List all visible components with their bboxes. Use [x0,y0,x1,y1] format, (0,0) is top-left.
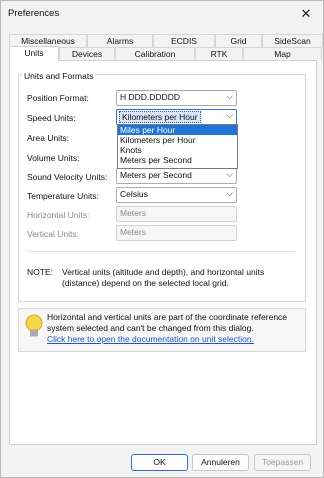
dropdown-option[interactable]: Knots [118,145,237,155]
horizontal-units-value: Meters [120,208,146,218]
area-units-label: Area Units: [27,133,70,143]
sound-velocity-units-select[interactable]: Meters per Second ⌵ [116,168,237,184]
chevron-down-icon: ⌵ [226,91,233,101]
tab-ecdis[interactable]: ECDIS [153,34,215,47]
speed-units-dropdown: Miles per Hour Kilometers per Hour Knots… [117,124,238,169]
tab-calibration[interactable]: Calibration [115,47,195,60]
note-text: Vertical units (altitude and depth), and… [62,267,265,288]
documentation-link[interactable]: Click here to open the documentation on … [47,334,254,344]
temperature-units-value: Celsius [120,189,148,199]
speed-units-label: Speed Units: [27,113,76,123]
vertical-units-label: Vertical Units: [27,229,79,239]
horizontal-units-field: Meters [116,206,237,222]
tab-units[interactable]: Units [9,46,59,61]
tab-row-front: Units Devices Calibration RTK Map [9,46,322,61]
group-title: Units and Formats [22,71,96,81]
speed-units-select[interactable]: Kilometers per Hour ⌵ [116,109,237,125]
position-format-label: Position Format: [27,93,89,103]
dropdown-option[interactable]: Miles per Hour [118,125,237,135]
tab-alarms[interactable]: Alarms [87,34,153,47]
chevron-down-icon: ⌵ [226,169,233,179]
window-title: Preferences [8,8,60,19]
temperature-units-label: Temperature Units: [27,191,99,201]
divider [27,251,295,252]
sound-velocity-units-label: Sound Velocity Units: [27,172,108,182]
vertical-units-value: Meters [120,227,146,237]
title-bar: Preferences ✕ [1,1,323,27]
close-icon[interactable]: ✕ [297,5,315,23]
ok-button[interactable]: OK [131,454,188,471]
temperature-units-select[interactable]: Celsius ⌵ [116,187,237,203]
volume-units-label: Volume Units: [27,153,80,163]
chevron-down-icon: ⌵ [226,110,233,120]
tab-grid[interactable]: Grid [215,34,262,47]
info-text: Horizontal and vertical units are part o… [47,312,288,333]
vertical-units-field: Meters [116,225,237,241]
tab-sidescan[interactable]: SideScan [262,34,323,47]
dropdown-option[interactable]: Kilometers per Hour [118,135,237,145]
tab-rtk[interactable]: RTK [195,47,243,60]
position-format-select[interactable]: H DDD.DDDDD ⌵ [116,90,237,106]
sound-velocity-units-value: Meters per Second [120,170,192,180]
tab-map[interactable]: Map [243,47,322,60]
position-format-value: H DDD.DDDDD [120,92,180,102]
lightbulb-icon [25,314,43,337]
dropdown-option[interactable]: Meters per Second [118,155,237,165]
horizontal-units-label: Horizontal Units: [27,210,90,220]
chevron-down-icon: ⌵ [226,188,233,198]
speed-units-value: Kilometers per Hour [119,111,201,123]
cancel-button[interactable]: Annuleren [192,454,249,471]
apply-button[interactable]: Toepassen [254,454,311,471]
note-label: NOTE: [27,267,53,277]
tab-devices[interactable]: Devices [59,47,115,60]
